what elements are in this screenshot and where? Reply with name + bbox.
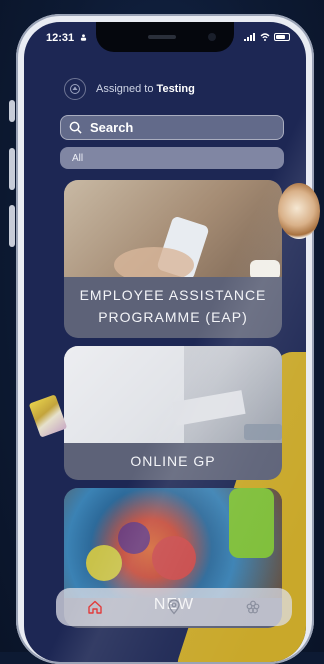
phone-side-button [9, 148, 15, 190]
search-icon [69, 121, 82, 134]
status-time: 12:31 [46, 32, 75, 44]
person-icon [80, 34, 87, 41]
phone-side-button [9, 205, 15, 247]
card-image [64, 488, 282, 598]
assigned-text: Assigned to Testing [96, 83, 195, 95]
wifi-icon [260, 33, 270, 41]
card-label: EMPLOYEE ASSISTANCE PROGRAMME (EAP) [79, 287, 267, 325]
search-input[interactable]: Search [60, 115, 284, 140]
device-notch [96, 22, 234, 52]
category-filter[interactable]: All [60, 147, 284, 169]
bottom-navigation: NEW [56, 588, 292, 626]
search-label: Search [90, 120, 134, 135]
battery-icon [274, 33, 290, 41]
organization-logo-icon[interactable] [64, 78, 86, 100]
phone-side-button [9, 100, 15, 122]
assigned-header: Assigned to Testing [64, 78, 195, 100]
flower-icon[interactable] [245, 599, 261, 615]
signal-icon [244, 33, 255, 41]
service-card-online-gp[interactable]: ONLINE GP [64, 346, 282, 480]
app-screen: 12:31 Assigned to Testing Search All EMP… [24, 22, 306, 662]
status-icons [244, 33, 290, 41]
card-image [64, 180, 282, 283]
location-pin-icon[interactable] [166, 599, 182, 615]
filter-value: All [72, 152, 84, 164]
card-label: ONLINE GP [130, 453, 216, 469]
card-image [64, 346, 282, 443]
assigned-name: Testing [156, 83, 195, 95]
home-icon[interactable] [87, 599, 103, 615]
service-card-eap[interactable]: EMPLOYEE ASSISTANCE PROGRAMME (EAP) [64, 180, 282, 338]
decorative-coffee-image [278, 183, 320, 239]
assigned-prefix: Assigned to [96, 83, 154, 95]
